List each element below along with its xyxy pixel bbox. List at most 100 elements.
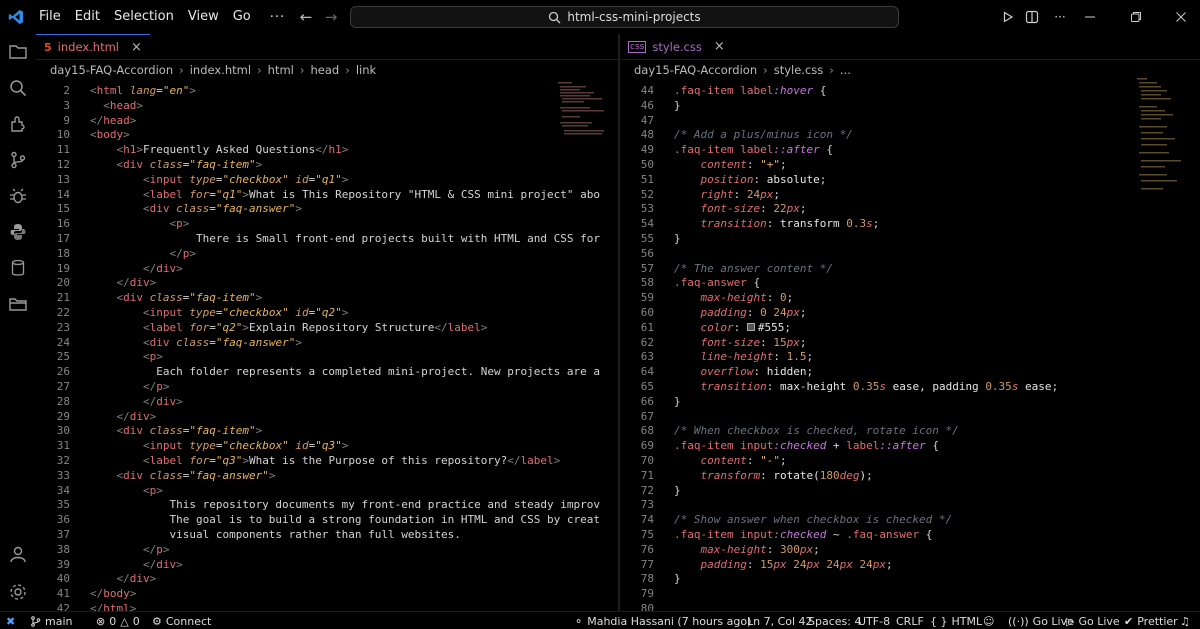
code-line[interactable]: 40 </div> (36, 572, 618, 587)
code-line[interactable]: 35 This repository documents my front-en… (36, 498, 618, 513)
code-line[interactable]: 17 There is Small front-end projects bui… (36, 232, 618, 247)
remote-icon[interactable]: ✖ (6, 612, 15, 629)
code-line[interactable]: 75 .faq-item input:checked ~ .faq-answer … (620, 528, 1200, 543)
code-line[interactable]: 73 (620, 498, 1200, 513)
code-editor[interactable]: 44 .faq-item label:hover {46} 47 48/* Add a… (620, 80, 1200, 611)
go-live-button[interactable]: ((·)) Go Live (1008, 612, 1074, 629)
copilot-icon[interactable]: ☺ (983, 612, 994, 629)
back-arrow-icon[interactable]: ← (293, 0, 319, 34)
code-line[interactable]: 26 Each folder represents a completed mi… (36, 365, 618, 380)
explorer-icon[interactable] (0, 34, 36, 70)
code-line[interactable]: 33 <div class="faq-answer"> (36, 469, 618, 484)
code-line[interactable]: 55} (620, 232, 1200, 247)
code-line[interactable]: 51 position: absolute; (620, 173, 1200, 188)
code-line[interactable]: 11 <h1>Frequently Asked Questions</h1> (36, 143, 618, 158)
code-line[interactable]: 37 visual components rather than full we… (36, 528, 618, 543)
code-line[interactable]: 18 </p> (36, 247, 618, 262)
encoding[interactable]: UTF-8 (858, 612, 890, 629)
breadcrumb-item[interactable]: ... (840, 63, 851, 77)
code-line[interactable]: 38 </p> (36, 543, 618, 558)
close-window-icon[interactable] (1168, 0, 1194, 34)
restore-icon[interactable] (1123, 0, 1149, 34)
code-line[interactable]: 32 <label for="q3">What is the Purpose o… (36, 454, 618, 469)
code-line[interactable]: 71 transform: rotate(180deg); (620, 469, 1200, 484)
cursor-position[interactable]: Ln 7, Col 42 (747, 612, 813, 629)
code-editor[interactable]: 2 <html lang="en"> 3 <head> 9 </head> 10 <body… (36, 80, 618, 611)
code-line[interactable]: 54 transition: transform 0.3s; (620, 217, 1200, 232)
code-line[interactable]: 2 <html lang="en"> (36, 84, 618, 99)
prettier-button[interactable]: ✔ Prettier (1124, 612, 1178, 629)
code-line[interactable]: 29 </div> (36, 410, 618, 425)
code-line[interactable]: 9 </head> (36, 114, 618, 129)
code-line[interactable]: 10 <body> (36, 128, 618, 143)
breadcrumb-item[interactable]: index.html (190, 63, 251, 77)
language-mode[interactable]: { } HTML (930, 612, 982, 629)
python-icon[interactable] (0, 214, 36, 250)
tab-style-css[interactable]: css style.css × (620, 34, 733, 59)
code-line[interactable]: 65 transition: max-height 0.35s ease, pa… (620, 380, 1200, 395)
code-line[interactable]: 36 The goal is to build a strong foundat… (36, 513, 618, 528)
menu-edit[interactable]: Edit (68, 0, 107, 34)
account-icon[interactable] (0, 536, 36, 572)
code-line[interactable]: 78} (620, 572, 1200, 587)
connect-button[interactable]: ⚙ Connect (152, 612, 211, 629)
code-line[interactable]: 56 (620, 247, 1200, 262)
end-of-line[interactable]: CRLF (896, 612, 924, 629)
menu-view[interactable]: View (181, 0, 226, 34)
code-line[interactable]: 20 </div> (36, 276, 618, 291)
code-line[interactable]: 14 <label for="q1">What is This Reposito… (36, 188, 618, 203)
code-line[interactable]: 80 (620, 602, 1200, 611)
code-line[interactable]: 42 </html> (36, 602, 618, 611)
code-line[interactable]: 22 <input type="checkbox" id="q2"> (36, 306, 618, 321)
breadcrumb-item[interactable]: day15-FAQ-Accordion (50, 63, 173, 77)
code-line[interactable]: 58 .faq-answer { (620, 276, 1200, 291)
search-input[interactable]: html-css-mini-projects (350, 6, 899, 28)
code-line[interactable]: 60 padding: 0 24px; (620, 306, 1200, 321)
menu-go[interactable]: Go (226, 0, 258, 34)
code-line[interactable]: 41 </body> (36, 587, 618, 602)
source-control-icon[interactable] (0, 142, 36, 178)
breadcrumb-item[interactable]: link (356, 63, 376, 77)
close-icon[interactable]: × (131, 40, 142, 55)
debug-icon[interactable] (0, 178, 36, 214)
run-icon[interactable] (995, 0, 1021, 34)
breadcrumb-item[interactable]: style.css (774, 63, 824, 77)
code-line[interactable]: 23 <label for="q2">Explain Repository St… (36, 321, 618, 336)
code-line[interactable]: 67 (620, 410, 1200, 425)
code-line[interactable]: 77 padding: 15px 24px 24px 24px; (620, 558, 1200, 573)
minimap[interactable] (1135, 76, 1185, 196)
minimap[interactable] (556, 80, 606, 200)
go-live-button-2[interactable]: ▷ Go Live (1066, 612, 1120, 629)
breadcrumb-item[interactable]: head (310, 63, 339, 77)
branch-indicator[interactable]: main (30, 612, 72, 629)
code-line[interactable]: 25 <p> (36, 350, 618, 365)
git-blame[interactable]: ⚬ Mahdia Hassani (7 hours ago) (574, 612, 751, 629)
problems-indicator[interactable]: ⊗ 0 △ 0 (96, 612, 140, 629)
forward-arrow-icon[interactable]: → (318, 0, 344, 34)
tab-index-html[interactable]: 5 index.html × (36, 34, 150, 59)
code-line[interactable]: 16 <p> (36, 217, 618, 232)
code-line[interactable]: 64 overflow: hidden; (620, 365, 1200, 380)
database-icon[interactable] (0, 250, 36, 286)
code-line[interactable]: 21 <div class="faq-item"> (36, 291, 618, 306)
code-line[interactable]: 44 .faq-item label:hover { (620, 84, 1200, 99)
menu-selection[interactable]: Selection (107, 0, 181, 34)
code-line[interactable]: 74 /* Show answer when checkbox is checke… (620, 513, 1200, 528)
code-line[interactable]: 57 /* The answer content */ (620, 262, 1200, 277)
code-line[interactable]: 12 <div class="faq-item"> (36, 158, 618, 173)
code-line[interactable]: 72} (620, 484, 1200, 499)
menu-file[interactable]: File (32, 0, 68, 34)
split-editor-icon[interactable] (1019, 0, 1045, 34)
code-line[interactable]: 46} (620, 99, 1200, 114)
folder-icon[interactable] (0, 286, 36, 322)
code-line[interactable]: 79 (620, 587, 1200, 602)
code-line[interactable]: 3 <head> (36, 99, 618, 114)
code-line[interactable]: 31 <input type="checkbox" id="q3"> (36, 439, 618, 454)
code-line[interactable]: 70 content: "-"; (620, 454, 1200, 469)
code-line[interactable]: 39 </div> (36, 558, 618, 573)
more-actions-icon[interactable]: ··· (1047, 0, 1073, 34)
menu-more-button[interactable]: ··· (258, 10, 297, 25)
code-line[interactable]: 62 font-size: 15px; (620, 336, 1200, 351)
code-line[interactable]: 59 max-height: 0; (620, 291, 1200, 306)
code-line[interactable]: 34 <p> (36, 484, 618, 499)
